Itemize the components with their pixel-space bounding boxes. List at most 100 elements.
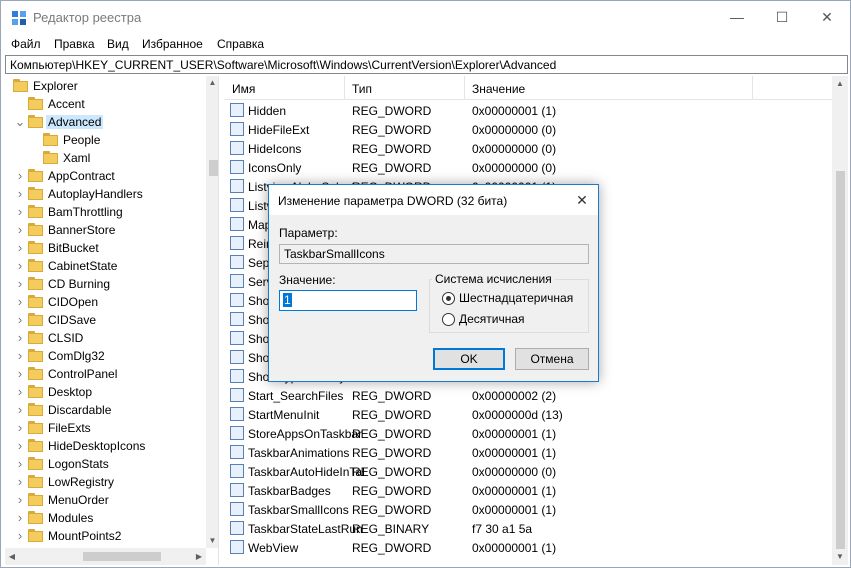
tree-item[interactable]: Accent (5, 95, 201, 113)
tree-scroll-thumb[interactable] (209, 160, 218, 176)
column-divider[interactable] (464, 76, 465, 100)
tree-item[interactable]: › ComDlg32 (5, 347, 201, 365)
menu-edit[interactable]: Правка (54, 37, 95, 51)
tree-horizontal-scrollbar[interactable]: ◀ ▶ (5, 548, 206, 565)
column-header-type[interactable]: Тип (352, 82, 372, 96)
tree-item[interactable]: › LowRegistry (5, 473, 201, 491)
chevron-right-icon[interactable]: › (14, 385, 26, 399)
chevron-right-icon[interactable]: › (14, 475, 26, 489)
chevron-right-icon[interactable]: › (14, 421, 26, 435)
list-item[interactable]: Start_SearchFiles REG_DWORD 0x00000002 (2) (224, 386, 832, 405)
dialog-title-bar[interactable]: Изменение параметра DWORD (32 бита) ✕ (269, 185, 598, 215)
chevron-right-icon[interactable]: › (14, 439, 26, 453)
ok-button[interactable]: OK (433, 348, 505, 370)
minimize-button[interactable]: — (714, 1, 760, 33)
column-header-name[interactable]: Имя (232, 82, 255, 96)
maximize-button[interactable]: ☐ (759, 1, 805, 33)
tree-item[interactable]: › CLSID (5, 329, 201, 347)
list-item[interactable]: TaskbarBadges REG_DWORD 0x00000001 (1) (224, 481, 832, 500)
tree-item[interactable]: › AppContract (5, 167, 201, 185)
tree-item[interactable]: › CIDOpen (5, 293, 201, 311)
scroll-right-arrow-icon[interactable]: ▶ (192, 548, 206, 565)
tree-item[interactable]: Xaml (5, 149, 201, 167)
menu-help[interactable]: Справка (217, 37, 264, 51)
chevron-down-icon[interactable]: ⌄ (14, 115, 26, 129)
decimal-label[interactable]: Десятичная (459, 312, 525, 326)
folder-icon (28, 457, 43, 470)
tree-item[interactable]: Explorer (5, 77, 201, 95)
tree-item[interactable]: › HideDesktopIcons (5, 437, 201, 455)
list-item[interactable]: TaskbarSmallIcons REG_DWORD 0x00000001 (1) (224, 500, 832, 519)
scroll-left-arrow-icon[interactable]: ◀ (5, 548, 19, 565)
tree-item[interactable]: › MenuOrder (5, 491, 201, 509)
scroll-down-arrow-icon[interactable]: ▼ (206, 534, 218, 548)
tree-item[interactable]: People (5, 131, 201, 149)
list-item[interactable]: HideFileExt REG_DWORD 0x00000000 (0) (224, 120, 832, 139)
tree-item[interactable]: ⌄ Advanced (5, 113, 201, 131)
scroll-up-arrow-icon[interactable]: ▲ (206, 76, 218, 90)
column-divider[interactable] (344, 76, 345, 100)
menu-view[interactable]: Вид (107, 37, 129, 51)
tree-item[interactable]: › FileExts (5, 419, 201, 437)
scroll-down-arrow-icon[interactable]: ▼ (832, 549, 848, 565)
list-item[interactable]: IconsOnly REG_DWORD 0x00000000 (0) (224, 158, 832, 177)
tree-item[interactable]: › BamThrottling (5, 203, 201, 221)
tree-item[interactable]: › LogonStats (5, 455, 201, 473)
tree-item[interactable]: › CabinetState (5, 257, 201, 275)
tree-item[interactable]: › MountPoints2 (5, 527, 201, 545)
chevron-right-icon[interactable]: › (14, 349, 26, 363)
chevron-right-icon[interactable]: › (14, 295, 26, 309)
chevron-right-icon[interactable]: › (14, 331, 26, 345)
chevron-right-icon[interactable]: › (14, 367, 26, 381)
tree-item[interactable]: › CD Burning (5, 275, 201, 293)
list-vertical-scrollbar[interactable]: ▲ ▼ (832, 76, 848, 565)
list-item[interactable]: Hidden REG_DWORD 0x00000001 (1) (224, 101, 832, 120)
chevron-right-icon[interactable]: › (14, 529, 26, 543)
list-item[interactable]: TaskbarAnimations REG_DWORD 0x00000001 (1) (224, 443, 832, 462)
radio-hexadecimal[interactable] (442, 292, 455, 305)
chevron-right-icon[interactable]: › (14, 223, 26, 237)
chevron-right-icon[interactable]: › (14, 493, 26, 507)
chevron-right-icon[interactable]: › (14, 205, 26, 219)
hexadecimal-label[interactable]: Шестнадцатеричная (459, 291, 573, 305)
value-data-input[interactable]: 1 (279, 290, 417, 311)
list-item[interactable]: StoreAppsOnTaskbar REG_DWORD 0x00000001 (1… (224, 424, 832, 443)
radio-decimal[interactable] (442, 313, 455, 326)
tree-item[interactable]: › Modules (5, 509, 201, 527)
chevron-right-icon[interactable]: › (14, 457, 26, 471)
column-divider[interactable] (752, 76, 753, 100)
chevron-right-icon[interactable]: › (14, 241, 26, 255)
tree-item[interactable]: › CIDSave (5, 311, 201, 329)
menu-favorites[interactable]: Избранное (142, 37, 203, 51)
column-header-value[interactable]: Значение (472, 82, 525, 96)
list-item[interactable]: WebView REG_DWORD 0x00000001 (1) (224, 538, 832, 557)
menu-file[interactable]: Файл (11, 37, 41, 51)
tree-vertical-scrollbar[interactable]: ▲ ▼ (206, 76, 218, 548)
chevron-right-icon[interactable]: › (14, 277, 26, 291)
tree-item[interactable]: › Discardable (5, 401, 201, 419)
title-bar[interactable]: Редактор реестра — ☐ ✕ (1, 1, 850, 34)
tree-item[interactable]: › AutoplayHandlers (5, 185, 201, 203)
chevron-right-icon[interactable]: › (14, 187, 26, 201)
tree-item[interactable]: › Desktop (5, 383, 201, 401)
chevron-right-icon[interactable]: › (14, 511, 26, 525)
address-bar[interactable]: Компьютер\HKEY_CURRENT_USER\Software\Mic… (5, 55, 848, 74)
dialog-close-icon[interactable]: ✕ (571, 190, 593, 210)
scroll-up-arrow-icon[interactable]: ▲ (832, 76, 848, 92)
key-tree-pane[interactable]: Explorer Accent ⌄ Advanced People Xaml › AppCon… (5, 76, 219, 565)
tree-hscroll-thumb[interactable] (83, 552, 161, 561)
cancel-button[interactable]: Отмена (515, 348, 589, 370)
chevron-right-icon[interactable]: › (14, 313, 26, 327)
tree-item[interactable]: › BannerStore (5, 221, 201, 239)
chevron-right-icon[interactable]: › (14, 259, 26, 273)
tree-item[interactable]: › ControlPanel (5, 365, 201, 383)
list-item[interactable]: StartMenuInit REG_DWORD 0x0000000d (13) (224, 405, 832, 424)
chevron-right-icon[interactable]: › (14, 403, 26, 417)
chevron-right-icon[interactable]: › (14, 169, 26, 183)
list-scroll-thumb[interactable] (836, 171, 845, 549)
close-button[interactable]: ✕ (804, 1, 850, 33)
list-item[interactable]: TaskbarStateLastRun REG_BINARY f7 30 a1 5a (224, 519, 832, 538)
tree-item[interactable]: › BitBucket (5, 239, 201, 257)
list-item[interactable]: HideIcons REG_DWORD 0x00000000 (0) (224, 139, 832, 158)
list-item[interactable]: TaskbarAutoHideInTabletModeREG_DWORD 0x00… (224, 462, 832, 481)
